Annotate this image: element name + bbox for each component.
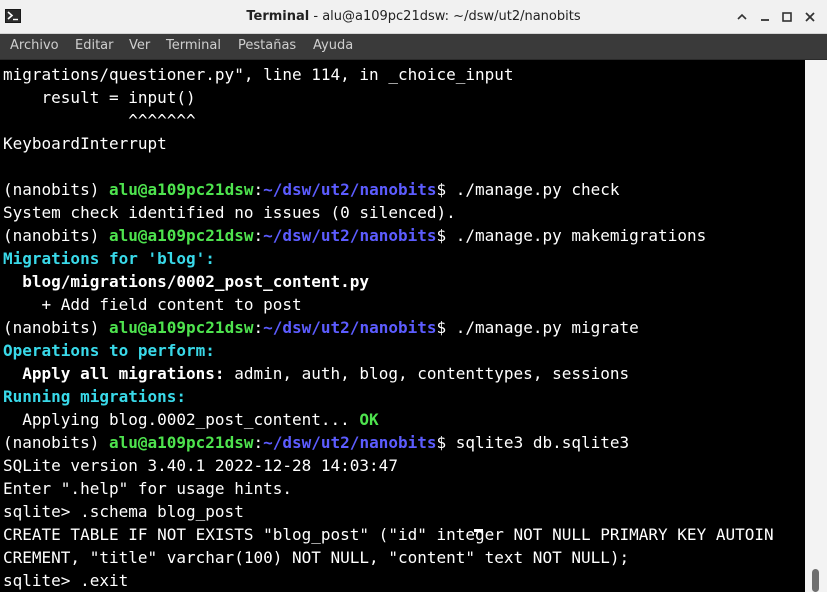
scrollbar-thumb[interactable] [812, 569, 819, 592]
terminal-line: + Add field content to post [3, 293, 774, 316]
menu-archivo[interactable]: Archivo [10, 38, 59, 53]
window-title-separator: - [309, 9, 323, 24]
terminal-segment: Enter ".help" for usage hints. [3, 479, 292, 498]
terminal-line: (nanobits) alu@a109pc21dsw:~/dsw/ut2/nan… [3, 316, 774, 339]
terminal-line: (nanobits) alu@a109pc21dsw:~/dsw/ut2/nan… [3, 178, 774, 201]
terminal-line: Apply all migrations: admin, auth, blog,… [3, 362, 774, 385]
terminal-line: ^^^^^^^ [3, 109, 774, 132]
terminal-line: blog/migrations/0002_post_content.py [3, 270, 774, 293]
menu-ayuda[interactable]: Ayuda [313, 38, 353, 53]
terminal-segment: alu@a109pc21dsw [108, 180, 254, 199]
menu-terminal[interactable]: Terminal [166, 38, 221, 53]
terminal-line: KeyboardInterrupt [3, 132, 774, 155]
terminal-segment: sqlite> .exit [3, 571, 129, 590]
menu-editar[interactable]: Editar [75, 38, 114, 53]
menu-bar: Archivo Editar Ver Terminal Pestañas Ayu… [0, 34, 827, 60]
terminal-segment: $ sqlite3 db.sqlite3 [436, 433, 630, 452]
terminal-line: SQLite version 3.40.1 2022-12-28 14:03:4… [3, 454, 774, 477]
maximize-icon[interactable] [778, 8, 796, 26]
vertical-scrollbar[interactable] [805, 60, 827, 592]
terminal-output[interactable]: migrations/questioner.py", line 114, in … [0, 60, 805, 592]
title-bar[interactable]: Terminal - alu@a109pc21dsw: ~/dsw/ut2/na… [0, 0, 827, 34]
terminal-segment: (nanobits) [3, 226, 109, 245]
terminal-segment: sqlite> .schema blog_post [3, 502, 244, 521]
close-icon[interactable] [801, 8, 819, 26]
terminal-segment: ~/dsw/ut2/nanobits [263, 318, 437, 337]
terminal-segment: $ ./manage.py migrate [436, 318, 639, 337]
terminal-segment: ^^^^^^^ [3, 111, 196, 130]
terminal-segment: Apply all migrations: [22, 364, 225, 383]
terminal-segment: migrations/questioner.py", line 114, in … [3, 65, 514, 84]
terminal-segment: Operations to perform: [3, 341, 215, 360]
menu-pestanas[interactable]: Pestañas [238, 38, 296, 53]
terminal-text: migrations/questioner.py", line 114, in … [3, 63, 774, 592]
window-title: Terminal - alu@a109pc21dsw: ~/dsw/ut2/na… [0, 9, 827, 24]
terminal-segment: + Add field content to post [3, 295, 302, 314]
terminal-segment: OK [359, 410, 379, 429]
window-title-app: Terminal [246, 9, 310, 24]
menu-ver[interactable]: Ver [129, 38, 150, 53]
terminal-segment: alu@a109pc21dsw [108, 226, 254, 245]
terminal-line: CREMENT, "title" varchar(100) NOT NULL, … [3, 546, 774, 569]
terminal-segment: Migrations for 'blog': [3, 249, 215, 268]
terminal-line: Migrations for 'blog': [3, 247, 774, 270]
terminal-segment: blog/migrations/0002_post_content.py [22, 272, 370, 291]
terminal-line: Enter ".help" for usage hints. [3, 477, 774, 500]
terminal-line: Operations to perform: [3, 339, 774, 362]
terminal-segment: : [253, 318, 264, 337]
terminal-segment: SQLite version 3.40.1 2022-12-28 14:03:4… [3, 456, 398, 475]
terminal-line: result = input() [3, 86, 774, 109]
terminal-segment: : [253, 180, 264, 199]
terminal-line: Running migrations: [3, 385, 774, 408]
terminal-segment: ~/dsw/ut2/nanobits [263, 226, 437, 245]
chevron-up-icon[interactable] [733, 8, 751, 26]
terminal-segment [3, 272, 22, 291]
terminal-segment: (nanobits) [3, 180, 109, 199]
terminal-segment: alu@a109pc21dsw [108, 318, 254, 337]
terminal-line: sqlite> .schema blog_post [3, 500, 774, 523]
terminal-segment: (nanobits) [3, 318, 109, 337]
terminal-segment: System check identified no issues (0 sil… [3, 203, 456, 222]
terminal-segment: (nanobits) [3, 433, 109, 452]
terminal-segment: $ ./manage.py makemigrations [436, 226, 707, 245]
terminal-line: Applying blog.0002_post_content... OK [3, 408, 774, 431]
terminal-window: Terminal - alu@a109pc21dsw: ~/dsw/ut2/na… [0, 0, 827, 592]
terminal-segment: Applying blog.0002_post_content... [3, 410, 360, 429]
terminal-segment: admin, auth, blog, contenttypes, session… [224, 364, 630, 383]
terminal-segment: KeyboardInterrupt [3, 134, 167, 153]
terminal-segment: CREMENT, "title" varchar(100) NOT NULL, … [3, 548, 630, 567]
terminal-line: System check identified no issues (0 sil… [3, 201, 774, 224]
terminal-segment: ~/dsw/ut2/nanobits [263, 433, 437, 452]
terminal-segment: ~/dsw/ut2/nanobits [263, 180, 437, 199]
text-cursor [474, 529, 483, 532]
terminal-segment [3, 364, 22, 383]
terminal-line: sqlite> .exit [3, 569, 774, 592]
terminal-segment: alu@a109pc21dsw [108, 433, 254, 452]
terminal-segment: : [253, 433, 264, 452]
terminal-segment: CREATE TABLE IF NOT EXISTS "blog_post" (… [3, 525, 774, 544]
minimize-icon[interactable] [756, 8, 774, 26]
terminal-line: CREATE TABLE IF NOT EXISTS "blog_post" (… [3, 523, 774, 546]
terminal-line: migrations/questioner.py", line 114, in … [3, 63, 774, 86]
terminal-segment: : [253, 226, 264, 245]
terminal-line: (nanobits) alu@a109pc21dsw:~/dsw/ut2/nan… [3, 224, 774, 247]
terminal-segment: Running migrations: [3, 387, 187, 406]
terminal-segment: $ ./manage.py check [436, 180, 620, 199]
terminal-line: (nanobits) alu@a109pc21dsw:~/dsw/ut2/nan… [3, 431, 774, 454]
window-title-host: alu@a109pc21dsw: ~/dsw/ut2/nanobits [322, 9, 581, 24]
terminal-segment: result = input() [3, 88, 196, 107]
